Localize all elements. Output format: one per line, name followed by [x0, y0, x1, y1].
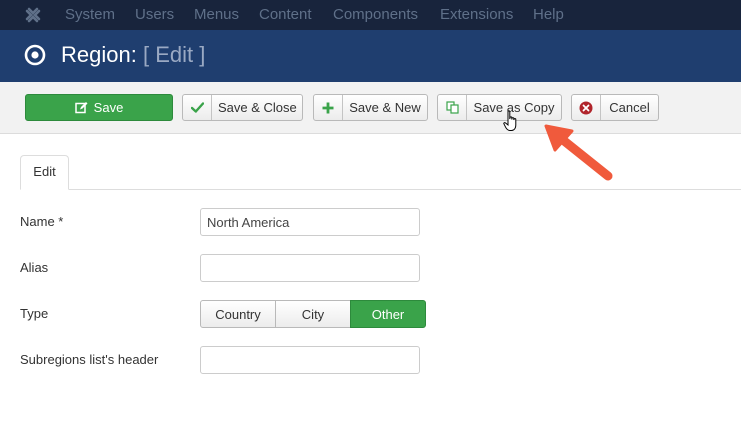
type-option-country[interactable]: Country	[200, 300, 276, 328]
type-option-city[interactable]: City	[275, 300, 351, 328]
target-icon	[24, 44, 46, 66]
nav-item-system[interactable]: System	[65, 6, 115, 23]
save-button-label: Save	[93, 100, 124, 115]
name-field[interactable]	[200, 208, 420, 236]
annotation-arrow-icon	[544, 124, 613, 181]
top-navbar: System Users Menus Content Components Ex…	[0, 0, 741, 30]
name-label: Name *	[20, 214, 64, 229]
nav-item-components[interactable]: Components	[333, 6, 418, 23]
save-as-copy-button[interactable]: Save as Copy	[437, 94, 562, 121]
alias-label: Alias	[20, 260, 49, 275]
type-option-other[interactable]: Other	[350, 300, 426, 328]
save-button[interactable]: Save	[25, 94, 173, 121]
subregions-header-field[interactable]	[200, 346, 420, 374]
toolbar: Save Save & Close Save & New Save as Cop…	[0, 82, 741, 134]
page-title-main: Region:	[61, 42, 137, 67]
page-title-sub: [ Edit ]	[142, 42, 206, 67]
alias-field[interactable]	[200, 254, 420, 282]
nav-item-extensions[interactable]: Extensions	[440, 6, 513, 23]
tab-edit[interactable]: Edit	[20, 155, 69, 190]
save-new-label: Save & New	[349, 100, 421, 115]
type-label: Type	[20, 306, 49, 321]
cancel-icon	[572, 95, 601, 120]
edit-icon	[74, 95, 88, 120]
title-bar: Region: [ Edit ]	[0, 30, 741, 82]
save-close-button[interactable]: Save & Close	[182, 94, 303, 121]
nav-item-help[interactable]: Help	[533, 6, 564, 23]
copy-icon	[438, 95, 467, 120]
page-title: Region: [ Edit ]	[61, 42, 205, 68]
save-close-label: Save & Close	[218, 100, 297, 115]
cancel-button[interactable]: Cancel	[571, 94, 659, 121]
nav-item-users[interactable]: Users	[135, 6, 174, 23]
plus-icon	[314, 95, 343, 120]
nav-item-content[interactable]: Content	[259, 6, 312, 23]
check-icon	[183, 95, 212, 120]
nav-item-menus[interactable]: Menus	[194, 6, 239, 23]
save-new-button[interactable]: Save & New	[313, 94, 428, 121]
subregions-header-label: Subregions list's header	[20, 352, 159, 367]
hand-cursor-icon	[503, 110, 517, 131]
joomla-logo-icon[interactable]	[22, 4, 44, 26]
cancel-label: Cancel	[609, 100, 650, 115]
tab-divider	[20, 189, 741, 190]
